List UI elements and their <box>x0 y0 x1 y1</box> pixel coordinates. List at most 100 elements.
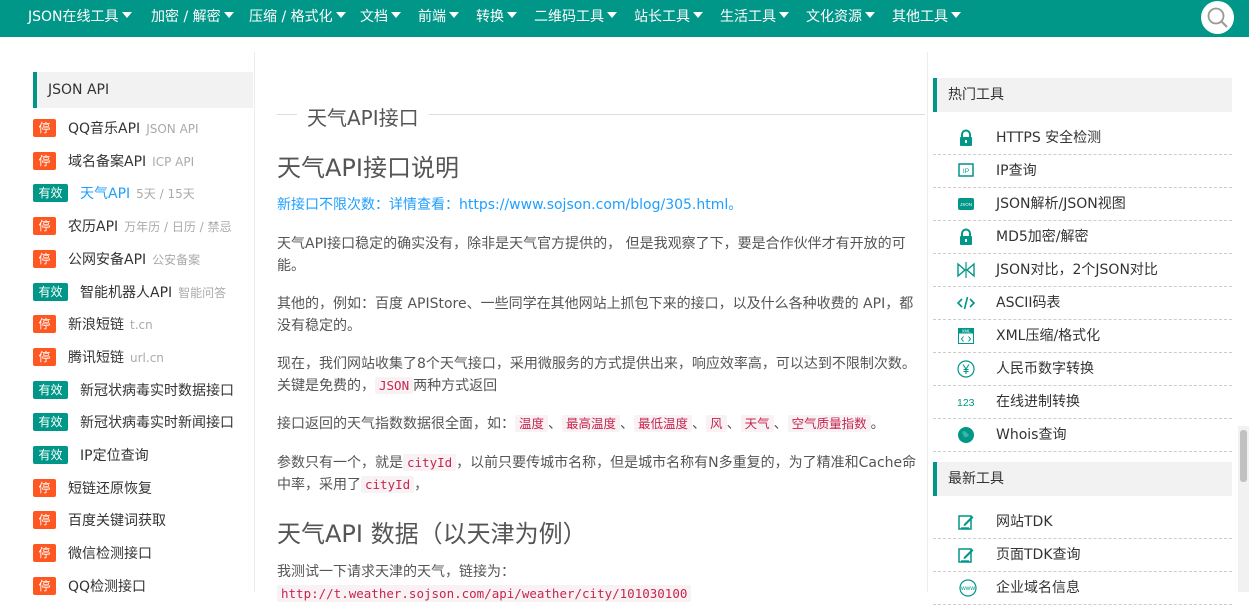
blog-link[interactable]: https://www.sojson.com/blog/305.html <box>459 197 728 213</box>
paragraph-6: 我测试一下请求天津的天气，链接为： http://t.weather.sojson… <box>277 561 925 605</box>
sidebar-item-14[interactable]: 停微信检测接口 <box>33 543 258 565</box>
status-badge: 有效 <box>33 413 68 432</box>
nav-docs[interactable]: 文档 <box>360 0 401 37</box>
hot-tool-3[interactable]: JSON JSON解析/JSON视图 <box>933 188 1232 221</box>
number-icon: 123 <box>957 393 975 411</box>
divider <box>254 52 255 592</box>
separator: 、 <box>548 416 563 432</box>
api-subtitle: ICP API <box>152 154 195 169</box>
status-badge: 停 <box>33 249 56 268</box>
inline-code: 温度 <box>515 415 549 432</box>
hot-tools-header: 热门工具 <box>933 78 1232 112</box>
separator: 、 <box>773 416 788 432</box>
api-subtitle: JSON API <box>146 122 199 136</box>
latest-tool-3[interactable]: www 企业域名信息 <box>933 572 1232 605</box>
sidebar-item-7[interactable]: 停新浪短链 t.cn <box>33 314 258 336</box>
hot-tool-2[interactable]: IP IP查询 <box>933 155 1232 188</box>
sidebar-item-3[interactable]: 有效 天气API 5天 / 15天 <box>33 183 258 205</box>
nav-encrypt[interactable]: 加密 / 解密 <box>151 0 234 37</box>
sidebar-item-13[interactable]: 停百度关键词获取 <box>33 510 258 532</box>
nav-frontend[interactable]: 前端 <box>418 0 459 37</box>
nav-label: 转换 <box>476 9 504 25</box>
api-subtitle: 万年历 / 日历 / 禁忌 <box>124 220 232 235</box>
scrollbar[interactable] <box>1238 426 1249 592</box>
sidebar-item-4[interactable]: 停农历API 万年历 / 日历 / 禁忌 <box>33 216 258 238</box>
sidebar-item-12[interactable]: 停短链还原恢复 <box>33 478 258 500</box>
status-badge: 停 <box>33 478 56 497</box>
tool-name: 在线进制转换 <box>996 394 1080 410</box>
status-badge: 停 <box>33 151 56 170</box>
nav-webmaster[interactable]: 站长工具 <box>634 0 703 37</box>
nav-label: 站长工具 <box>634 9 690 25</box>
paragraph-3: 现在，我们网站收集了8个天气接口，采用微服务的方式提供出来，响应效率高，可以达到… <box>277 353 925 397</box>
sidebar-item-10[interactable]: 有效 新冠状病毒实时新闻接口 <box>33 412 258 434</box>
paragraph-4: 接口返回的天气指数数据很全面，如： 温度、最高温度、最低温度、风、天气、空气质量指… <box>277 413 925 435</box>
api-name: 天气API <box>80 186 131 203</box>
scrollbar-thumb[interactable] <box>1240 430 1247 482</box>
nav-label: 生活工具 <box>720 9 776 25</box>
edit-icon <box>957 546 975 564</box>
nav-life[interactable]: 生活工具 <box>720 0 789 37</box>
nav-qrcode[interactable]: 二维码工具 <box>534 0 617 37</box>
json-icon: JSON <box>957 195 975 213</box>
caret-down-icon <box>391 12 401 18</box>
paragraph-2: 其他的，例如：百度 APIStore、一些同学在其他网站上抓包下来的接口，以及什… <box>277 296 914 334</box>
sidebar-item-9[interactable]: 有效 新冠状病毒实时数据接口 <box>33 380 258 402</box>
tool-name: 人民币数字转换 <box>996 361 1094 377</box>
sidebar-item-11[interactable]: 有效 IP定位查询 <box>33 445 258 467</box>
svg-text:XML: XML <box>962 329 971 334</box>
sidebar-item-8[interactable]: 停腾讯短链 url.cn <box>33 347 258 369</box>
inline-code: 最低温度 <box>634 415 693 432</box>
globe-icon <box>957 426 975 444</box>
api-name: 微信检测接口 <box>68 546 152 563</box>
nav-label: 加密 / 解密 <box>151 9 221 25</box>
api-subtitle: 5天 / 15天 <box>136 187 195 202</box>
divider <box>429 114 925 115</box>
search-button[interactable] <box>1201 1 1234 34</box>
hot-tool-5[interactable]: JSON对比，2个JSON对比 <box>933 254 1232 287</box>
latest-tool-2[interactable]: 页面TDK查询 <box>933 539 1232 572</box>
sidebar-item-1[interactable]: 停 QQ音乐API JSON API <box>33 118 258 140</box>
hot-tool-6[interactable]: ASCII码表 <box>933 287 1232 320</box>
svg-text:IP: IP <box>963 168 969 175</box>
hot-tools-panel: 热门工具 HTTPS 安全检测 IP IP查询 JSON JSON解析/JSON视图 MD… <box>933 78 1232 452</box>
tool-name: XML压缩/格式化 <box>996 328 1101 344</box>
nav-other[interactable]: 其他工具 <box>892 0 961 37</box>
paragraph-1: 天气API接口稳定的确实没有，除非是天气官方提供的， 但是我观察了下，要是合作伙… <box>277 236 906 274</box>
latest-tool-1[interactable]: 网站TDK <box>933 506 1232 539</box>
hot-tool-4[interactable]: MD5加密/解密 <box>933 221 1232 254</box>
nav-culture[interactable]: 文化资源 <box>806 0 875 37</box>
caret-down-icon <box>693 12 703 18</box>
api-name: 新浪短链 <box>68 317 124 334</box>
ip-icon: IP <box>957 162 975 180</box>
tool-name: 企业域名信息 <box>996 580 1080 596</box>
sidebar-item-2[interactable]: 停域名备案API ICP API <box>33 151 258 173</box>
hot-tool-8[interactable]: 人民币数字转换 <box>933 353 1232 386</box>
hot-tool-7[interactable]: XML XML压缩/格式化 <box>933 320 1232 353</box>
compare-icon <box>957 261 975 279</box>
xml-icon: XML <box>957 327 975 345</box>
nav-label: 其他工具 <box>892 9 948 25</box>
status-badge: 停 <box>33 347 56 366</box>
hot-tool-10[interactable]: Whois查询 <box>933 419 1232 452</box>
api-subtitle: 智能问答 <box>178 285 227 300</box>
nav-convert[interactable]: 转换 <box>476 0 517 37</box>
nav-json-tools[interactable]: JSON在线工具 <box>28 0 132 37</box>
notice-text: 新接口不限次数：详情查看： <box>277 197 459 213</box>
notice-end: 。 <box>728 197 743 213</box>
api-name: IP定位查询 <box>80 448 149 464</box>
sidebar-item-15[interactable]: 停 QQ检测接口 <box>33 576 258 598</box>
lock-icon <box>957 129 975 147</box>
sidebar-item-6[interactable]: 有效 智能机器人API 智能问答 <box>33 282 258 304</box>
hot-tool-1[interactable]: HTTPS 安全检测 <box>933 122 1232 155</box>
inline-code: 最高温度 <box>562 415 621 432</box>
caret-down-icon <box>865 12 875 18</box>
inline-code: cityId <box>403 454 457 471</box>
www-icon: www <box>957 579 977 597</box>
sidebar-header: JSON API <box>33 72 253 108</box>
api-sidebar: JSON API 停 QQ音乐API JSON API 停域名备案API ICP API… <box>33 72 253 595</box>
nav-compress-format[interactable]: 压缩 / 格式化 <box>249 0 346 37</box>
hot-tool-9[interactable]: 123 在线进制转换 <box>933 386 1232 419</box>
caret-down-icon <box>335 12 346 18</box>
sidebar-item-5[interactable]: 停公网安备API 公安备案 <box>33 249 258 271</box>
